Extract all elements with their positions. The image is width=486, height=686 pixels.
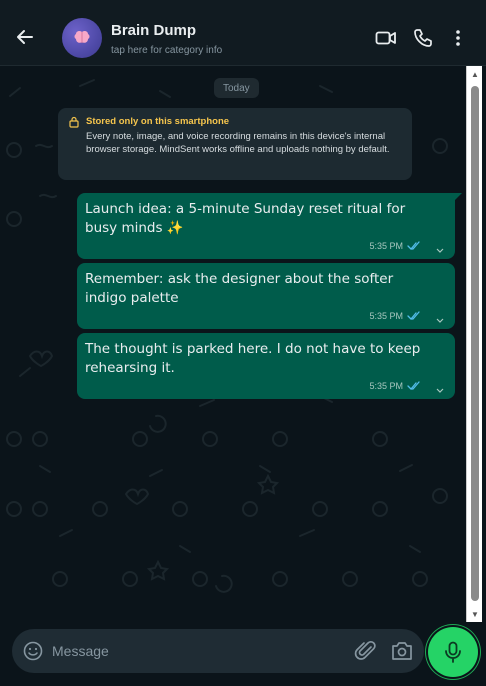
privacy-notice: Stored only on this smartphone Every not… [58,108,412,180]
attach-icon[interactable] [354,639,378,663]
chevron-down-icon[interactable] [435,386,445,396]
camera-icon[interactable] [390,640,414,662]
chevron-down-icon[interactable] [435,316,445,326]
message-bubble[interactable]: Launch idea: a 5-minute Sunday reset rit… [77,193,462,259]
message-bubble[interactable]: The thought is parked here. I do not hav… [77,333,455,399]
brain-icon [74,30,90,43]
message-meta: 5:35 PM [369,311,421,321]
message-input-container[interactable] [12,629,424,673]
phone-icon[interactable] [411,27,435,49]
mic-icon [445,641,461,663]
chat-title[interactable]: Brain Dump [111,22,196,39]
chat-area[interactable]: Today Stored only on this smartphone Eve… [0,66,466,622]
message-time: 5:35 PM [369,311,403,321]
scroll-up-arrow-icon[interactable]: ▲ [470,69,480,79]
message-text: The thought is parked here. I do not hav… [85,341,421,376]
chat-scrollbar[interactable]: ▲ ▼ [466,66,482,622]
message-time: 5:35 PM [369,241,403,251]
date-chip: Today [214,78,259,98]
back-arrow-icon[interactable] [14,26,36,48]
lock-icon [69,116,79,128]
notice-title: Stored only on this smartphone [86,116,230,127]
chevron-down-icon[interactable] [435,246,445,256]
message-text: Remember: ask the designer about the sof… [85,271,394,306]
message-meta: 5:35 PM [369,241,421,251]
read-ticks-icon [407,241,420,250]
message-text: Launch idea: a 5-minute Sunday reset rit… [85,201,406,236]
read-ticks-icon [407,311,420,320]
emoji-icon[interactable] [22,640,44,662]
scroll-down-arrow-icon[interactable]: ▼ [470,609,480,619]
more-vertical-icon[interactable] [446,27,470,49]
chat-subtitle[interactable]: tap here for category info [111,45,222,56]
read-ticks-icon [407,381,420,390]
message-meta: 5:35 PM [369,381,421,391]
message-input[interactable] [52,640,342,662]
composer-bar [0,622,486,686]
message-bubble[interactable]: Remember: ask the designer about the sof… [77,263,455,329]
avatar[interactable] [62,18,102,58]
scroll-thumb[interactable] [471,86,479,601]
mic-button[interactable] [428,627,478,677]
notice-body: Every note, image, and voice recording r… [86,131,390,155]
chat-header: Brain Dump tap here for category info [0,0,486,66]
video-call-icon[interactable] [374,27,398,49]
message-time: 5:35 PM [369,381,403,391]
